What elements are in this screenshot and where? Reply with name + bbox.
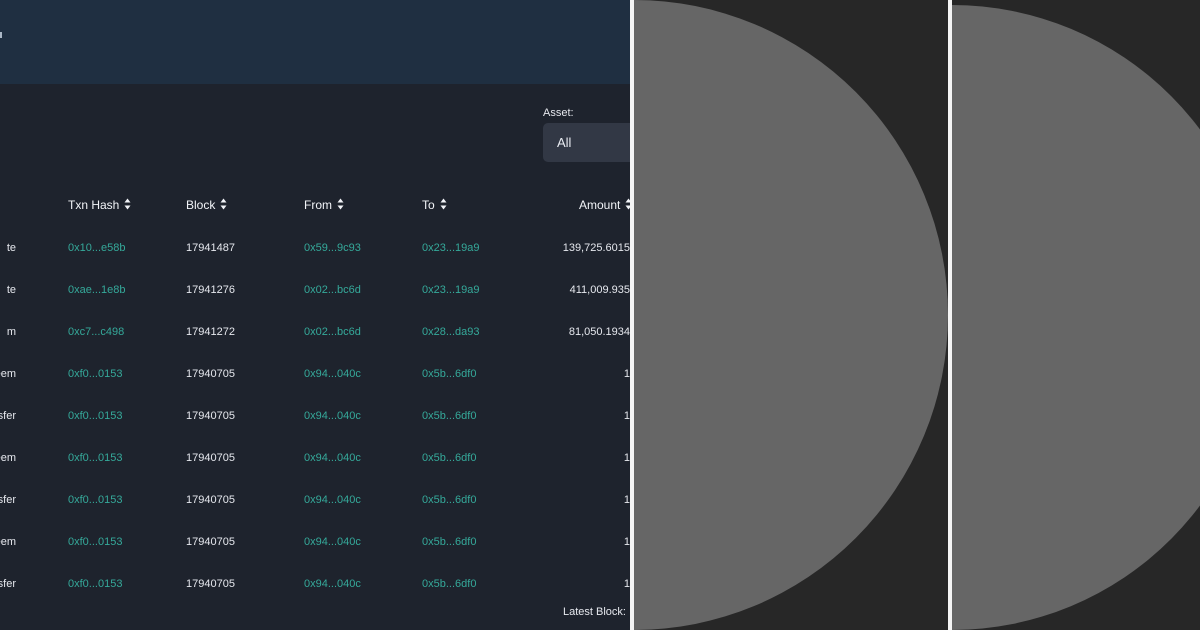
column-header-txn-hash[interactable]: Txn Hash [68,198,131,212]
table-row: te 0x10...e58b 17941487 0x59...9c93 0x23… [0,242,630,282]
sort-icon[interactable] [440,198,447,210]
from-address-link[interactable]: 0x94...040c [304,452,361,464]
to-address-link[interactable]: 0x5b...6df0 [422,578,476,590]
latest-block-label: Latest Block: [563,606,626,618]
sort-icon[interactable] [124,198,131,210]
block-number-cell: 17940705 [186,368,235,380]
block-number-cell: 17940705 [186,452,235,464]
from-address-link[interactable]: 0x94...040c [304,410,361,422]
from-address-link[interactable]: 0x02...bc6d [304,326,361,338]
column-header-label: Txn Hash [68,198,120,212]
top-header [0,0,630,84]
explorer-app: Asset: All Txn Hash Block From To Amount… [0,0,630,630]
txn-hash-link[interactable]: 0xf0...0153 [68,368,122,380]
column-header-block[interactable]: Block [186,198,227,212]
column-header-to[interactable]: To [422,198,447,212]
column-header-label: Amount [579,198,621,212]
block-number-cell: 17940705 [186,410,235,422]
half-circle-panel [952,0,1200,630]
table-row: te 0xae...1e8b 17941276 0x02...bc6d 0x23… [0,284,630,324]
table-row: nsfer 0xf0...0153 17940705 0x94...040c 0… [0,410,630,450]
asset-filter-value: All [557,135,572,150]
sort-icon[interactable] [337,198,344,210]
txn-hash-link[interactable]: 0x10...e58b [68,242,126,254]
block-number-cell: 17940705 [186,578,235,590]
txn-hash-link[interactable]: 0xae...1e8b [68,284,126,296]
txn-type-cell: eem [0,452,16,464]
txn-hash-link[interactable]: 0xf0...0153 [68,494,122,506]
column-header-label: Block [186,198,216,212]
to-address-link[interactable]: 0x23...19a9 [422,242,480,254]
half-circle-panel [634,0,950,630]
header-edge-mark [0,32,2,38]
from-address-link[interactable]: 0x94...040c [304,578,361,590]
from-address-link[interactable]: 0x94...040c [304,368,361,380]
sort-icon[interactable] [220,198,227,210]
table-row: eem 0xf0...0153 17940705 0x94...040c 0x5… [0,368,630,408]
block-number-cell: 17941272 [186,326,235,338]
txn-hash-link[interactable]: 0xf0...0153 [68,578,122,590]
txn-hash-link[interactable]: 0xf0...0153 [68,452,122,464]
from-address-link[interactable]: 0x94...040c [304,536,361,548]
block-number-cell: 17940705 [186,536,235,548]
txn-hash-link[interactable]: 0xc7...c498 [68,326,124,338]
amount-cell: 411,009.935 [569,284,630,296]
block-number-cell: 17941487 [186,242,235,254]
table-row: nsfer 0xf0...0153 17940705 0x94...040c 0… [0,494,630,534]
table-row: m 0xc7...c498 17941272 0x02...bc6d 0x28.… [0,326,630,366]
from-address-link[interactable]: 0x94...040c [304,494,361,506]
txn-type-cell: te [6,242,16,254]
from-address-link[interactable]: 0x02...bc6d [304,284,361,296]
to-address-link[interactable]: 0x5b...6df0 [422,410,476,422]
table-row: nsfer 0xf0...0153 17940705 0x94...040c 0… [0,578,630,618]
column-header-amount[interactable]: Amount [579,198,630,212]
txn-hash-link[interactable]: 0xf0...0153 [68,410,122,422]
to-address-link[interactable]: 0x28...da93 [422,326,480,338]
txn-hash-link[interactable]: 0xf0...0153 [68,536,122,548]
column-header-label: To [422,198,435,212]
amount-cell: 81,050.1934 [568,326,630,338]
to-address-link[interactable]: 0x5b...6df0 [422,494,476,506]
asset-filter-select[interactable]: All [543,123,630,162]
half-circle-shape [634,0,948,630]
column-header-label: From [304,198,332,212]
column-header-from[interactable]: From [304,198,344,212]
block-number-cell: 17941276 [186,284,235,296]
from-address-link[interactable]: 0x59...9c93 [304,242,361,254]
txn-type-cell: te [6,284,16,296]
to-address-link[interactable]: 0x23...19a9 [422,284,480,296]
block-number-cell: 17940705 [186,494,235,506]
txn-type-cell: nsfer [0,494,16,506]
to-address-link[interactable]: 0x5b...6df0 [422,536,476,548]
table-row: eem 0xf0...0153 17940705 0x94...040c 0x5… [0,536,630,576]
asset-filter-label: Asset: [543,107,574,119]
to-address-link[interactable]: 0x5b...6df0 [422,452,476,464]
to-address-link[interactable]: 0x5b...6df0 [422,368,476,380]
half-circle-shape [952,5,1200,630]
amount-cell: 139,725.6015 [562,242,630,254]
txn-type-cell: m [6,326,16,338]
table-row: eem 0xf0...0153 17940705 0x94...040c 0x5… [0,452,630,492]
txn-type-cell: nsfer [0,578,16,590]
txn-type-cell: eem [0,368,16,380]
txn-type-cell: nsfer [0,410,16,422]
txn-type-cell: eem [0,536,16,548]
